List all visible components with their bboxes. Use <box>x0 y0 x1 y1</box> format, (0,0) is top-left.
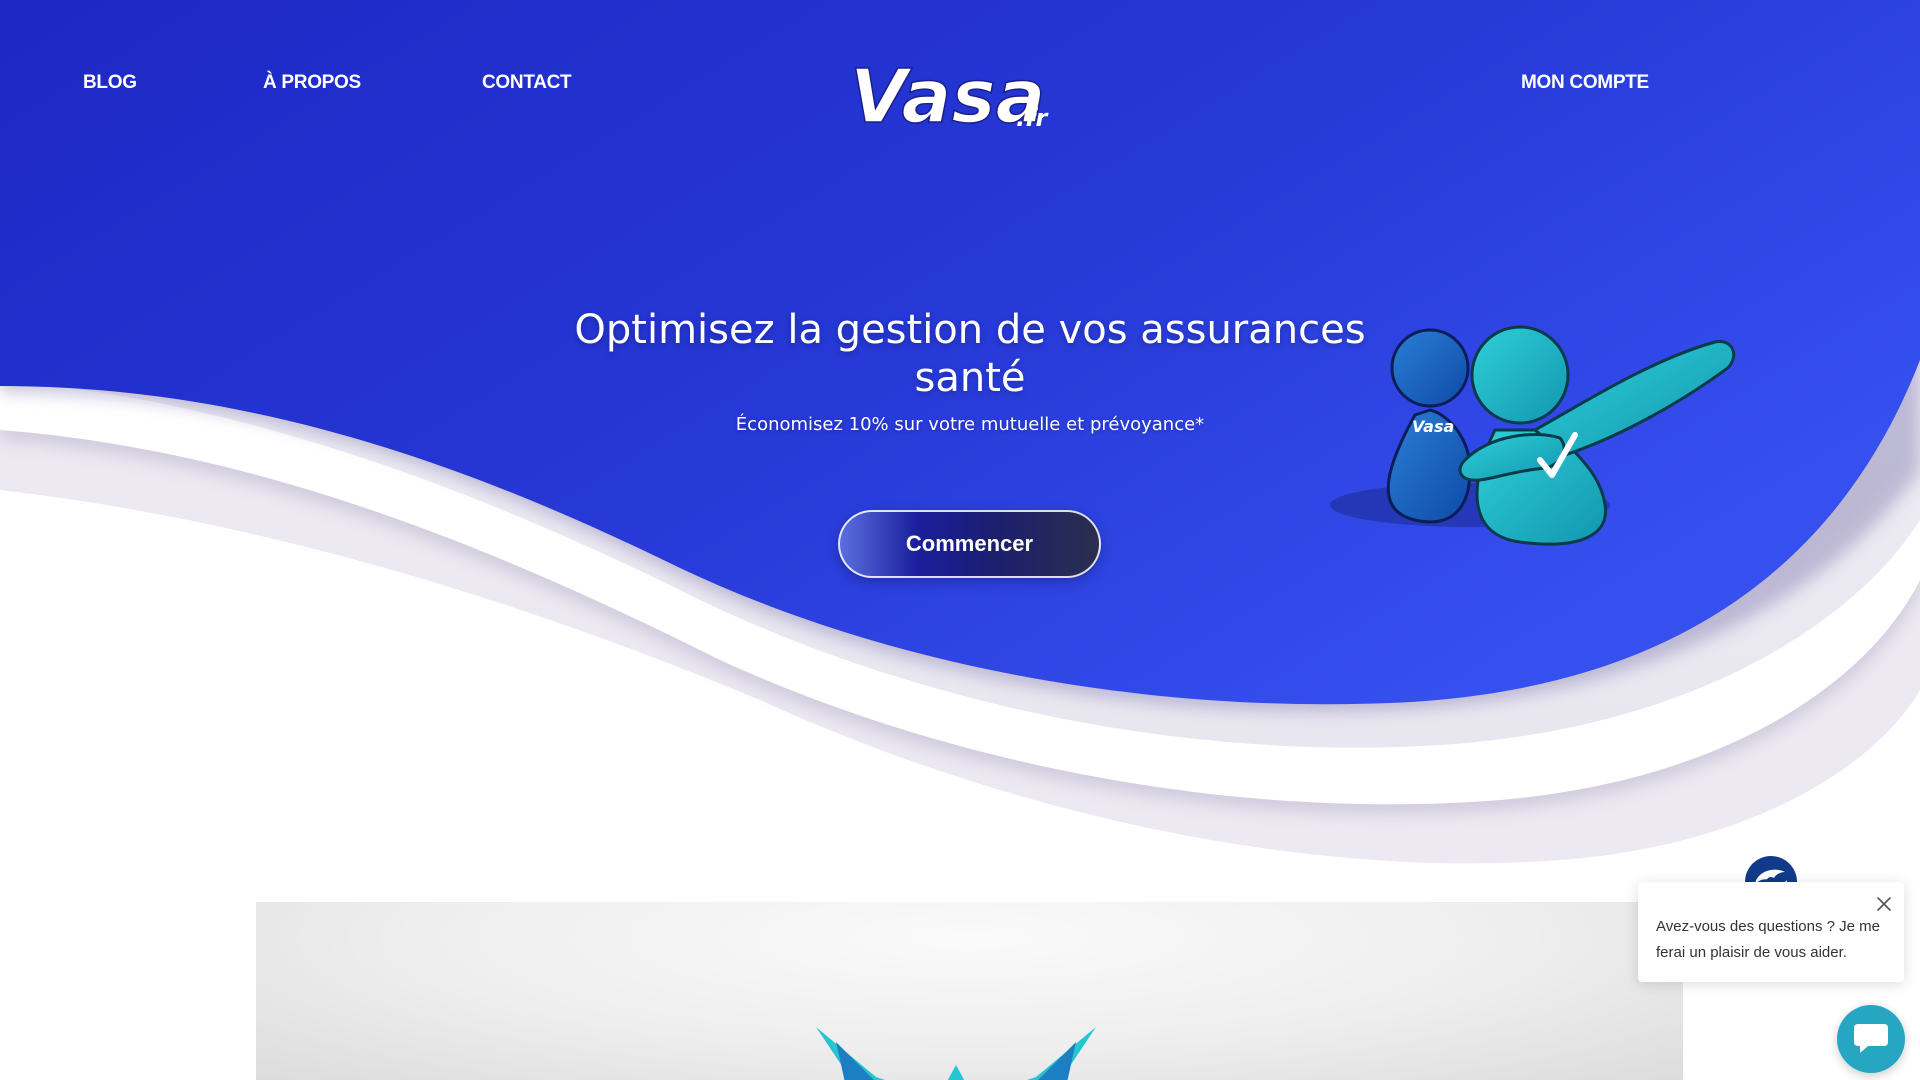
chat-bubble-icon <box>1854 1024 1888 1053</box>
vasa-logo-icon[interactable]: Vasa .fr <box>848 44 1070 134</box>
close-icon[interactable] <box>1874 894 1894 914</box>
svg-text:Vasa: Vasa <box>1412 417 1454 436</box>
nav-account-link[interactable]: MON COMPTE <box>1521 72 1649 94</box>
page: BLOG À PROPOS CONTACT MON COMPTE Vasa .f… <box>0 0 1920 1080</box>
nav-blog-link[interactable]: BLOG <box>83 72 137 94</box>
feature-image <box>256 902 1683 1080</box>
start-button[interactable]: Commencer <box>838 510 1101 578</box>
nav-about-link[interactable]: À PROPOS <box>263 72 361 94</box>
mascots-illustration-icon: Vasa <box>1330 325 1736 546</box>
chat-message: Avez-vous des questions ? Je me ferai un… <box>1656 918 1881 961</box>
chat-launcher-button[interactable] <box>1837 1005 1905 1073</box>
hero-subtitle: Économisez 10% sur votre mutuelle et pré… <box>735 414 1205 435</box>
chat-popup[interactable]: Avez-vous des questions ? Je me ferai un… <box>1638 882 1904 982</box>
hero-title: Optimisez la gestion de vos assurances s… <box>574 307 1366 401</box>
nav-contact-link[interactable]: CONTACT <box>482 72 572 94</box>
logo-suffix: .fr <box>1016 104 1050 132</box>
teal-logo-icon <box>816 1027 1096 1080</box>
